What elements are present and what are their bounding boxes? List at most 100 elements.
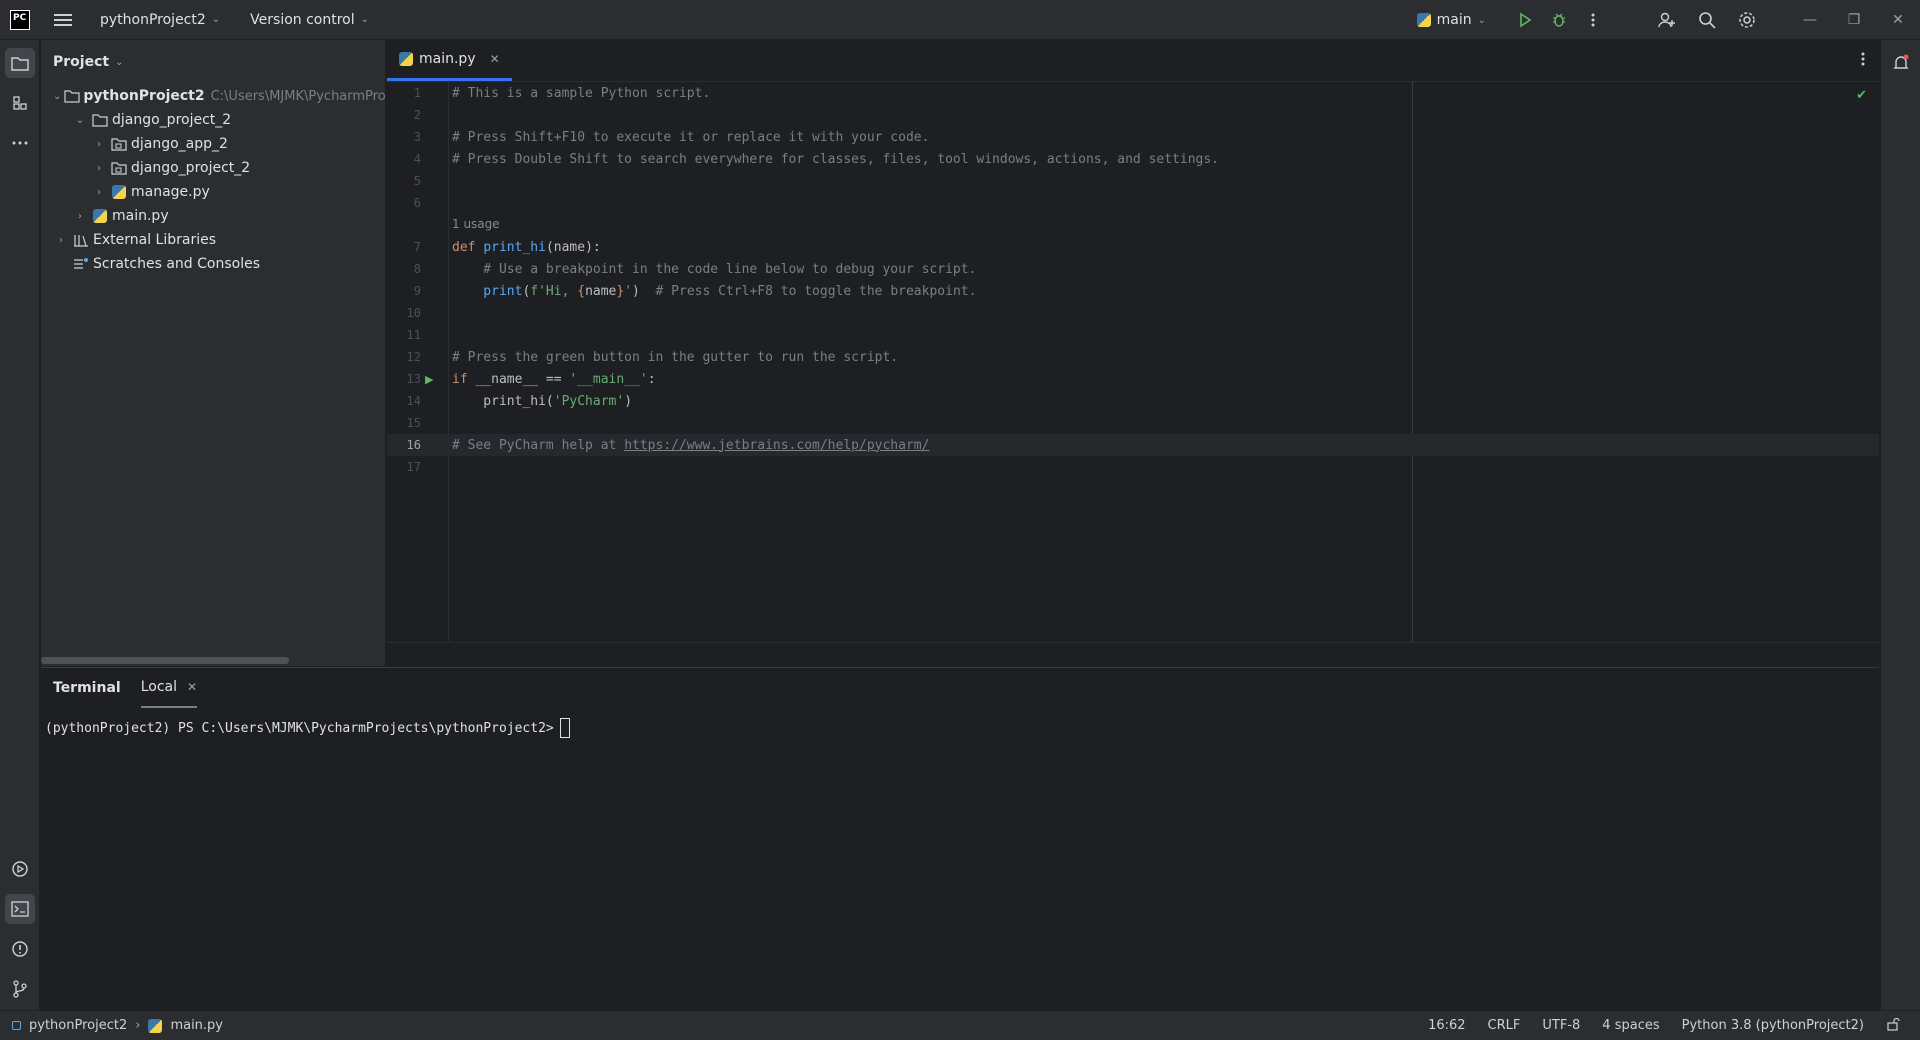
code-text: # See PyCharm help at https://www.jetbra… — [452, 438, 929, 453]
file-encoding[interactable]: UTF-8 — [1542, 1018, 1580, 1033]
code-line: 1 # This is a sample Python script. — [387, 82, 1879, 104]
tree-row-django-project[interactable]: ⌄ django_project_2 — [41, 108, 385, 132]
right-tool-strip — [1880, 40, 1920, 1010]
add-user-icon[interactable] — [1650, 3, 1684, 37]
line-number: 1 — [413, 86, 421, 100]
restore-icon[interactable]: ❐ — [1832, 0, 1876, 40]
python-file-icon — [148, 1018, 163, 1033]
line-number: 5 — [413, 174, 421, 188]
python-file-icon — [110, 184, 128, 200]
settings-gear-icon[interactable] — [1730, 3, 1764, 37]
status-bar: pythonProject2 › main.py 16:62 CRLF UTF-… — [0, 1010, 1920, 1040]
comment: # See PyCharm help at — [452, 437, 625, 453]
tree-label: django_app_2 — [131, 136, 228, 152]
chevron-right-icon: › — [135, 1018, 141, 1033]
git-branch-icon[interactable] — [5, 974, 35, 1004]
terminal-prompt-line[interactable]: (pythonProject2) PS C:\Users\MJMK\Pychar… — [45, 718, 570, 738]
code-token: : — [647, 371, 656, 387]
breadcrumb-file[interactable]: main.py — [170, 1018, 223, 1033]
line-number: 12 — [406, 350, 421, 364]
close-tab-icon[interactable]: ✕ — [490, 52, 500, 66]
tab-main-py[interactable]: main.py ✕ — [387, 39, 512, 81]
code-text: print_hi('PyCharm') — [452, 394, 632, 409]
code-line: 10 — [387, 302, 1879, 324]
tree-row-main-py[interactable]: › main.py — [41, 204, 385, 228]
code-text: def print_hi(name): — [452, 240, 601, 255]
tree-label: Scratches and Consoles — [93, 256, 260, 272]
string: 'PyCharm' — [553, 393, 625, 409]
code-line: 14 print_hi('PyCharm') — [387, 390, 1879, 412]
string: f'Hi, — [530, 283, 578, 299]
tree-row-scratches[interactable]: Scratches and Consoles — [41, 252, 385, 276]
breadcrumb-project[interactable]: pythonProject2 — [29, 1018, 127, 1033]
line-separator[interactable]: CRLF — [1488, 1018, 1521, 1033]
tree-path: C:\Users\MJMK\PycharmProjects\pythonProj… — [210, 88, 386, 104]
minimize-icon[interactable]: — — [1788, 0, 1832, 40]
run-configuration-selector[interactable]: main ⌄ — [1416, 12, 1486, 28]
structure-icon[interactable] — [5, 88, 35, 118]
caret-position[interactable]: 16:62 — [1428, 1018, 1465, 1033]
code-line: 2 — [387, 104, 1879, 126]
search-icon[interactable] — [1690, 3, 1724, 37]
help-link[interactable]: https://www.jetbrains.com/help/pycharm/ — [624, 438, 929, 453]
string: ' — [624, 283, 633, 299]
tree-row-manage-py[interactable]: › manage.py — [41, 180, 385, 204]
left-tool-strip — [0, 40, 40, 1010]
tree-label: pythonProject2 — [83, 88, 205, 104]
close-tab-icon[interactable]: ✕ — [187, 680, 197, 694]
line-number: 15 — [406, 416, 421, 430]
editor-bottom-area — [387, 642, 1879, 666]
breadcrumb: pythonProject2 › main.py — [0, 1018, 223, 1033]
scratches-icon — [72, 256, 90, 272]
line-number: 2 — [413, 108, 421, 122]
chevron-right-icon: › — [97, 186, 101, 198]
more-actions-icon[interactable] — [1576, 3, 1610, 37]
folder-icon — [64, 88, 80, 104]
code-line: 6 — [387, 192, 1879, 214]
code-area[interactable]: ✔ 1 # This is a sample Python script. 2 3… — [387, 82, 1879, 642]
code-line: 17 — [387, 456, 1879, 478]
code-line: 8 # Use a breakpoint in the code line be… — [387, 258, 1879, 280]
terminal-icon[interactable] — [5, 894, 35, 924]
python-icon — [1416, 13, 1431, 27]
unlock-icon[interactable] — [1886, 1017, 1900, 1035]
line-number: 7 — [413, 240, 421, 254]
version-control-label: Version control — [250, 11, 355, 28]
code-line: 15 — [387, 412, 1879, 434]
problems-icon[interactable] — [5, 934, 35, 964]
tree-row-django-app[interactable]: › django_app_2 — [41, 132, 385, 156]
indent-setting[interactable]: 4 spaces — [1602, 1018, 1659, 1033]
debug-icon[interactable] — [1542, 3, 1576, 37]
python-interpreter[interactable]: Python 3.8 (pythonProject2) — [1682, 1018, 1864, 1033]
code-text: if __name__ == '__main__': — [452, 372, 656, 387]
keyword: def — [452, 239, 476, 255]
more-tools-icon[interactable] — [5, 128, 35, 158]
tab-terminal-local[interactable]: Local ✕ — [140, 668, 198, 708]
notifications-bell-icon[interactable] — [1886, 48, 1916, 78]
tree-row-external-libraries[interactable]: › External Libraries — [41, 228, 385, 252]
horizontal-scrollbar[interactable] — [41, 657, 289, 664]
code-line: 3 # Press Shift+F10 to execute it or repl… — [387, 126, 1879, 148]
code-token: (name): — [545, 239, 601, 255]
usage-hint[interactable]: 1 usage — [452, 217, 500, 231]
chevron-right-icon: › — [97, 162, 101, 174]
line-number: 4 — [413, 152, 421, 166]
editor-tabs: main.py ✕ — [387, 40, 1879, 82]
main-menu-icon[interactable] — [54, 11, 72, 29]
code-line: 5 — [387, 170, 1879, 192]
project-header[interactable]: Project ⌄ — [41, 40, 385, 84]
tree-row-django-project-inner[interactable]: › django_project_2 — [41, 156, 385, 180]
run-icon[interactable] — [1508, 3, 1542, 37]
version-control-menu[interactable]: Version control ⌄ — [250, 12, 369, 28]
gutter-run-icon[interactable]: ▶ — [425, 373, 433, 386]
terminal-cursor — [559, 718, 570, 738]
project-tool-folder-icon[interactable] — [5, 48, 35, 78]
services-icon[interactable] — [5, 854, 35, 884]
tree-row-project-root[interactable]: ⌄ pythonProject2 C:\Users\MJMK\PycharmPr… — [41, 84, 385, 108]
close-window-icon[interactable]: ✕ — [1876, 0, 1920, 40]
function-name: print_hi — [483, 239, 546, 255]
module-icon — [12, 1021, 21, 1030]
project-switcher[interactable]: pythonProject2 ⌄ — [100, 12, 220, 28]
code-line: 4 # Press Double Shift to search everywhe… — [387, 148, 1879, 170]
tab-actions-icon[interactable] — [1861, 52, 1865, 70]
